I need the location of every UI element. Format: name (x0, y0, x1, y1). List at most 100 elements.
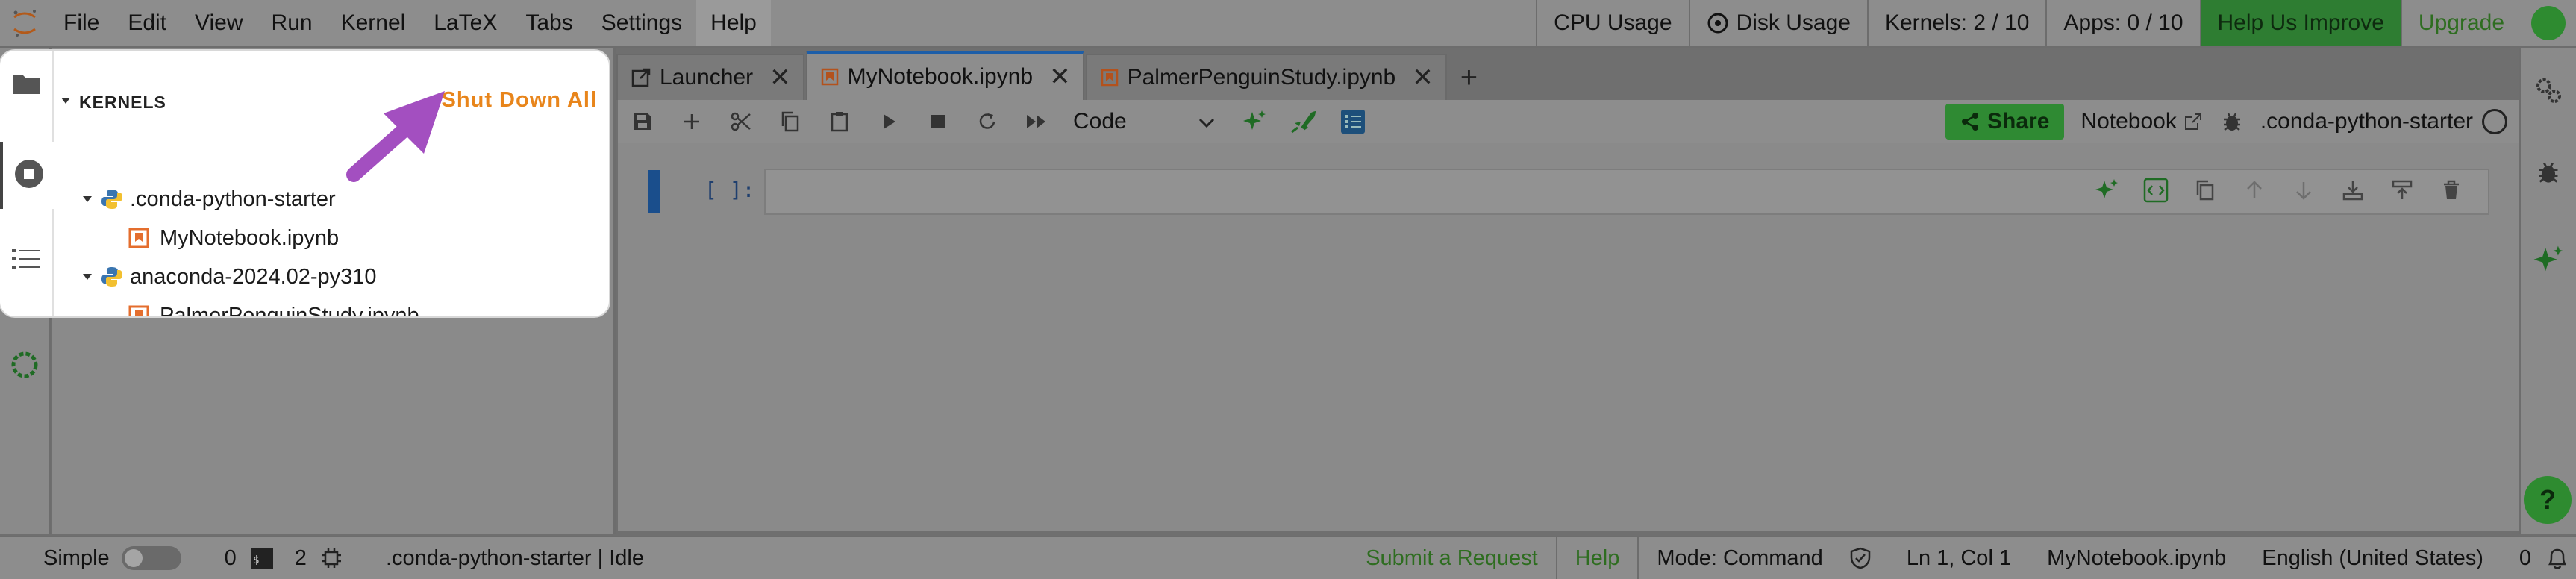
duplicate-icon[interactable] (2180, 173, 2230, 207)
cpu-usage-label: CPU Usage (1554, 10, 1672, 35)
ai-sparkle-icon[interactable] (2082, 173, 2131, 207)
kernels-count-label: Kernels: 2 / 10 (1884, 10, 2030, 35)
launcher-icon (631, 68, 651, 87)
close-icon[interactable]: ✕ (769, 63, 791, 93)
cursor-position[interactable]: Ln 1, Col 1 (1889, 537, 2029, 579)
stop-icon[interactable] (913, 100, 963, 143)
terminals-indicator[interactable]: 0 $_ (225, 537, 274, 579)
running-kernels-tab[interactable] (0, 142, 55, 209)
kernels-section-title: KERNELS (79, 93, 166, 112)
ai-assistant-sparkle-icon[interactable] (2521, 227, 2576, 294)
add-cell-icon[interactable] (667, 100, 716, 143)
save-icon[interactable] (618, 100, 667, 143)
tab-mynotebook[interactable]: MyNotebook.ipynb ✕ (805, 51, 1084, 100)
status-bar-right: Submit a Request Help Mode: Command Ln 1… (1348, 537, 2576, 579)
debugger-bug-icon[interactable] (2521, 139, 2576, 206)
mode-text: Mode: Command (1657, 545, 1823, 570)
menu-run[interactable]: Run (257, 0, 327, 46)
tab-label: MyNotebook.ipynb (847, 64, 1034, 89)
debugger-bug-icon[interactable] (2222, 110, 2242, 133)
kernel-item[interactable]: anaconda-2024.02-py310 (76, 258, 377, 295)
apps-indicator[interactable]: Apps: 0 / 10 (2045, 0, 2199, 46)
submit-request-link[interactable]: Submit a Request (1348, 537, 1556, 579)
kernel-name-button[interactable]: .conda-python-starter (2260, 109, 2473, 134)
property-inspector-gears-icon[interactable] (2521, 57, 2576, 124)
help-link[interactable]: Help (1555, 537, 1638, 579)
open-notebook-view-link[interactable]: Notebook (2081, 109, 2201, 134)
extension-loading-icon[interactable] (0, 331, 49, 398)
current-file-name: MyNotebook.ipynb (2047, 545, 2227, 570)
bell-icon (2546, 546, 2569, 570)
share-label: Share (1987, 109, 2050, 134)
move-down-icon[interactable] (2279, 173, 2328, 207)
notebook-icon (821, 68, 839, 86)
file-browser-tab[interactable] (0, 51, 52, 118)
menu-tabs[interactable]: Tabs (511, 0, 587, 46)
notebook-icon (1101, 69, 1119, 87)
active-cell-indicator[interactable] (648, 170, 660, 213)
menu-help[interactable]: Help (696, 0, 771, 46)
close-icon[interactable]: ✕ (1049, 62, 1071, 92)
menu-edit[interactable]: Edit (113, 0, 181, 46)
rocket-icon[interactable] (1279, 100, 1328, 143)
apps-count-label: Apps: 0 / 10 (2063, 10, 2183, 35)
table-of-contents-tab[interactable] (0, 227, 52, 294)
simple-mode-toggle[interactable] (121, 546, 181, 570)
kernel-notebook-item[interactable]: PalmerPenguinStudy.ipynb (125, 297, 419, 316)
kernels-indicator[interactable]: 2 (295, 537, 343, 579)
insert-above-icon[interactable] (2378, 173, 2427, 207)
language-selector[interactable]: English (United States) (2244, 537, 2501, 579)
kernels-indicator[interactable]: Kernels: 2 / 10 (1866, 0, 2045, 46)
menu-view[interactable]: View (181, 0, 257, 46)
user-avatar[interactable] (2531, 6, 2566, 40)
kernels-section-header[interactable]: KERNELS Shut Down All (60, 87, 597, 119)
copy-icon[interactable] (766, 100, 815, 143)
kernel-item[interactable]: .conda-python-starter (76, 181, 336, 218)
share-button[interactable]: Share (1945, 104, 2065, 140)
notifications-indicator[interactable]: 0 (2501, 537, 2576, 579)
close-icon[interactable]: ✕ (1412, 63, 1434, 93)
menu-kernel[interactable]: Kernel (327, 0, 420, 46)
terminals-count: 0 (224, 545, 237, 570)
tab-palmerpenguinstudy[interactable]: PalmerPenguinStudy.ipynb ✕ (1085, 54, 1447, 100)
move-up-icon[interactable] (2230, 173, 2279, 207)
run-icon[interactable] (864, 100, 913, 143)
help-fab-button[interactable]: ? (2524, 476, 2572, 524)
disk-icon (1707, 12, 1729, 34)
restart-icon[interactable] (963, 100, 1012, 143)
stop-circle-icon (13, 158, 45, 193)
kernel-status-text[interactable]: .conda-python-starter | Idle (386, 537, 644, 579)
menu-settings[interactable]: Settings (587, 0, 696, 46)
mode-indicator[interactable]: Mode: Command (1637, 537, 1888, 579)
cpu-usage-indicator[interactable]: CPU Usage (1536, 0, 1688, 46)
new-tab-plus-icon[interactable]: + (1448, 55, 1489, 100)
help-us-improve-button[interactable]: Help Us Improve (2199, 0, 2401, 46)
ai-sparkle-icon[interactable] (1230, 100, 1279, 143)
shield-check-icon (1850, 547, 1871, 569)
top-right-indicators: CPU Usage Disk Usage Kernels: 2 / 10 App… (1536, 0, 2576, 46)
notebook-name: MyNotebook.ipynb (160, 225, 340, 250)
kernels-count: 2 (294, 545, 307, 570)
menu-latex[interactable]: LaTeX (419, 0, 511, 46)
paste-icon[interactable] (815, 100, 864, 143)
insert-below-icon[interactable] (2328, 173, 2378, 207)
external-link-icon (2184, 113, 2202, 131)
python-icon (99, 266, 125, 288)
fast-forward-icon[interactable] (1012, 100, 1061, 143)
table-of-contents-icon[interactable] (1328, 100, 1378, 143)
disk-usage-indicator[interactable]: Disk Usage (1688, 0, 1867, 46)
cell-type-select[interactable]: Code (1073, 105, 1215, 138)
menu-file[interactable]: File (49, 0, 113, 46)
upgrade-link[interactable]: Upgrade (2400, 0, 2521, 46)
notebook-mode-label: Notebook (2081, 109, 2177, 134)
jupyter-logo-icon[interactable] (0, 0, 49, 46)
delete-trash-icon[interactable] (2427, 173, 2476, 207)
kernel-notebook-item[interactable]: MyNotebook.ipynb (125, 219, 339, 257)
status-bar: Simple 0 $_ 2 .conda-python-starter | Id… (0, 536, 2576, 579)
cut-icon[interactable] (716, 100, 766, 143)
simple-mode-toggle-group: Simple (43, 537, 181, 579)
tab-launcher[interactable]: Launcher ✕ (616, 54, 804, 100)
shut-down-all-button[interactable]: Shut Down All (442, 88, 597, 113)
code-snippet-icon[interactable] (2131, 173, 2180, 207)
tab-label: PalmerPenguinStudy.ipynb (1127, 65, 1396, 90)
